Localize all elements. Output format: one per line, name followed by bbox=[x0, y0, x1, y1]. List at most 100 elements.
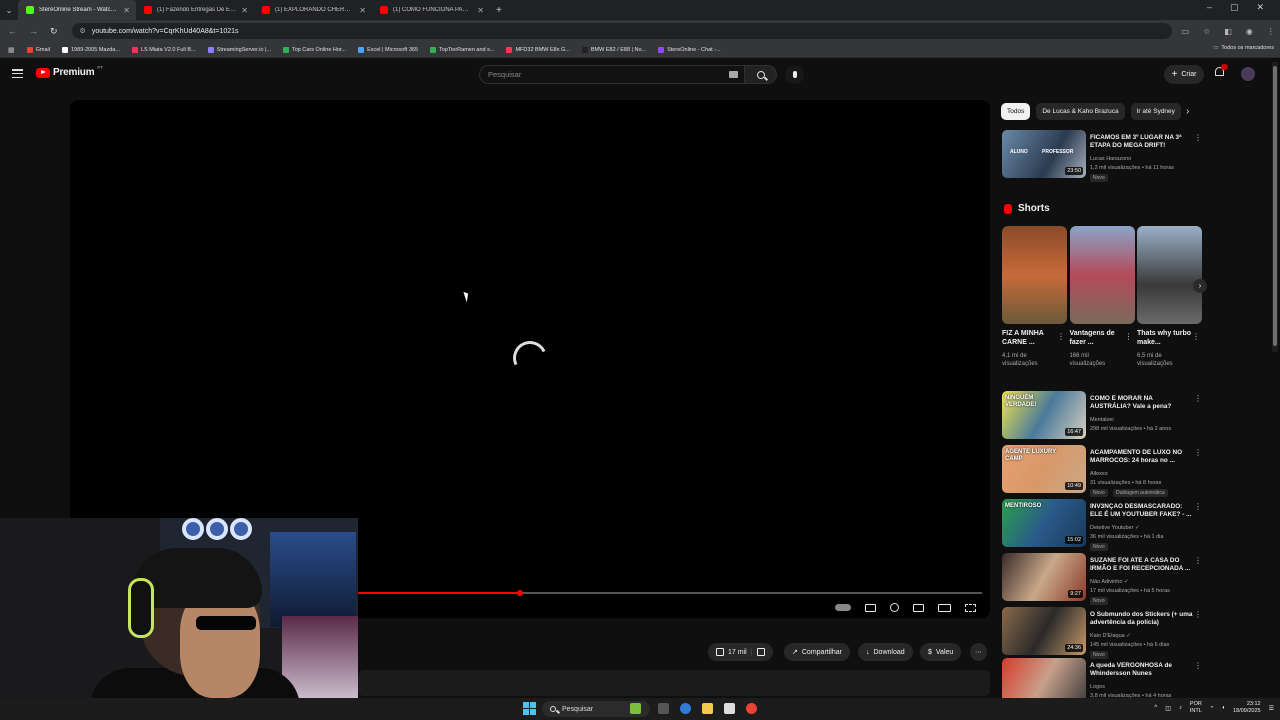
reload-icon[interactable]: ↻ bbox=[50, 26, 58, 37]
subtitles-icon[interactable] bbox=[865, 603, 876, 612]
progress-scrubber[interactable] bbox=[517, 590, 524, 596]
network-icon[interactable]: ◫ bbox=[1165, 705, 1171, 712]
apps-grid-icon[interactable]: ▦ bbox=[8, 46, 15, 54]
more-options-icon[interactable]: ⋮ bbox=[1194, 556, 1202, 565]
more-actions-button[interactable]: ⋯ bbox=[970, 643, 987, 661]
file-explorer-icon[interactable] bbox=[702, 703, 713, 714]
short-thumbnail[interactable] bbox=[1137, 226, 1202, 324]
bookmark-item[interactable]: Top Cars Online Hor... bbox=[282, 46, 346, 53]
fullscreen-icon[interactable] bbox=[965, 603, 976, 612]
video-thumbnail[interactable]: NINGUÉM VERDADE! 16:47 bbox=[1002, 391, 1086, 439]
create-button[interactable]: + Criar bbox=[1164, 65, 1204, 84]
description-box[interactable] bbox=[358, 670, 990, 696]
more-options-icon[interactable]: ⋮ bbox=[1125, 332, 1133, 341]
filter-chip[interactable]: Todos bbox=[1001, 103, 1031, 120]
volume-icon[interactable]: ◖ bbox=[1221, 705, 1225, 711]
menu-dots-icon[interactable]: ⋮ bbox=[1267, 27, 1275, 36]
profile-icon[interactable]: ◉ bbox=[1246, 27, 1253, 36]
youtube-logo[interactable]: Premium PT bbox=[36, 65, 103, 78]
recommended-video[interactable]: MENTIROSO 15:02 INV3NÇÃO DESMASCARADO: ELE… bbox=[1002, 499, 1204, 551]
bookmark-item[interactable]: Excel | Microsoft 365 bbox=[358, 46, 418, 53]
voice-search-button[interactable] bbox=[785, 65, 804, 84]
filter-chip[interactable]: Ir até Sydney bbox=[1130, 103, 1181, 120]
tab-close-icon[interactable]: ✕ bbox=[477, 6, 484, 15]
notifications-bell-icon[interactable] bbox=[1214, 64, 1228, 79]
bookmark-item[interactable]: TopTierRamen and s... bbox=[430, 46, 494, 53]
search-button[interactable] bbox=[745, 65, 777, 84]
recommended-video[interactable]: AGENTE LUXURY CAMP 10:49 ACAMPAMENTO DE LU… bbox=[1002, 445, 1204, 497]
theater-mode-icon[interactable] bbox=[938, 603, 951, 612]
share-button[interactable]: ↗ Compartilhar bbox=[784, 643, 850, 661]
thumbs-down-icon[interactable] bbox=[756, 648, 765, 656]
clock[interactable]: 23:12 18/09/2025 bbox=[1233, 701, 1261, 715]
recommended-video[interactable]: ALUNO PROFESSOR 23:50 FICAMOS EM 3º LUGA… bbox=[1002, 130, 1204, 182]
video-thumbnail[interactable]: ALUNO PROFESSOR 23:50 bbox=[1002, 130, 1086, 178]
browser-tab[interactable]: (1) Fazendo Entregas De E-bike... ✕ bbox=[136, 0, 254, 20]
settings-gear-icon[interactable] bbox=[890, 603, 899, 612]
more-options-icon[interactable]: ⋮ bbox=[1057, 332, 1065, 341]
video-thumbnail[interactable]: AGENTE LUXURY CAMP 10:49 bbox=[1002, 445, 1086, 493]
notifications-icon[interactable]: ☰ bbox=[1269, 705, 1274, 712]
more-options-icon[interactable]: ⋮ bbox=[1194, 133, 1202, 142]
short-title[interactable]: Vantagens de fazer ... bbox=[1070, 329, 1126, 348]
channel-name[interactable]: Lucas Hanazono bbox=[1090, 156, 1131, 162]
language-indicator[interactable]: POR INTL bbox=[1190, 701, 1202, 715]
autoplay-toggle[interactable] bbox=[835, 604, 851, 611]
video-title[interactable]: COMO É MORAR NA AUSTRÁLIA? Vale a pena? bbox=[1090, 395, 1194, 412]
bookmark-item[interactable]: 1989-2005 Mazda... bbox=[62, 46, 120, 53]
avatar[interactable] bbox=[1241, 67, 1255, 81]
channel-name[interactable]: Kaio D'Elaqua ✓ bbox=[1090, 633, 1131, 639]
more-options-icon[interactable]: ⋮ bbox=[1192, 332, 1200, 341]
more-options-icon[interactable]: ⋮ bbox=[1194, 661, 1202, 670]
bookmark-item[interactable]: Gmail bbox=[26, 46, 50, 53]
bookmark-item[interactable]: MFD32 BMW E8x G... bbox=[506, 46, 570, 53]
video-title[interactable]: SUZANE FOI ATÉ A CASA DO IRMÃO E FOI REC… bbox=[1090, 557, 1194, 574]
video-title[interactable]: FICAMOS EM 3º LUGAR NA 3ª ETAPA DO MEGA … bbox=[1090, 134, 1194, 151]
chips-next-icon[interactable]: › bbox=[1186, 106, 1189, 117]
minimize-icon[interactable]: – bbox=[1207, 2, 1212, 13]
short-thumbnail[interactable] bbox=[1069, 226, 1135, 324]
all-bookmarks[interactable]: ▭ Todos os marcadores bbox=[1213, 45, 1274, 51]
channel-name[interactable]: Allexxo bbox=[1090, 471, 1108, 477]
tab-close-icon[interactable]: ✕ bbox=[241, 6, 248, 15]
download-button[interactable]: ↓ Download bbox=[858, 643, 913, 661]
search-input[interactable]: Pesquisar bbox=[479, 65, 745, 84]
filter-chip[interactable]: De Lucas & Kaho Brazuca bbox=[1036, 103, 1125, 120]
channel-name[interactable]: Logos bbox=[1090, 684, 1105, 690]
close-window-icon[interactable]: ✕ bbox=[1256, 2, 1264, 13]
url-input[interactable]: ⚙ youtube.com/watch?v=CqrKhUd40A8&t=1021… bbox=[71, 23, 1172, 39]
video-thumbnail[interactable]: MENTIROSO 15:02 bbox=[1002, 499, 1086, 547]
thanks-button[interactable]: $ Valeu bbox=[920, 643, 962, 661]
chrome-icon[interactable] bbox=[746, 703, 757, 714]
video-thumbnail[interactable]: 24:36 bbox=[1002, 607, 1086, 655]
more-options-icon[interactable]: ⋮ bbox=[1194, 610, 1202, 619]
short-title[interactable]: Thats why turbo make... bbox=[1137, 329, 1193, 348]
channel-name[interactable]: Detetive Youtuber ✓ bbox=[1090, 525, 1140, 531]
back-icon[interactable]: ← bbox=[8, 26, 17, 37]
bookmark-item[interactable]: StereOnline - Chat -... bbox=[658, 46, 721, 53]
extensions-icon[interactable]: ◧ bbox=[1224, 27, 1232, 36]
browser-tab[interactable]: (1) EXPLORANDO CHERNOBYL... ✕ bbox=[254, 0, 372, 20]
edge-icon[interactable] bbox=[680, 703, 691, 714]
shorts-next-icon[interactable]: › bbox=[1193, 279, 1207, 293]
bookmark-item[interactable]: StreamingServer.io |... bbox=[207, 46, 271, 53]
browser-tab[interactable]: StereOnline Stream - Watch Li... ✕ bbox=[18, 0, 136, 20]
channel-name[interactable]: Não Adivinho ✓ bbox=[1090, 579, 1129, 585]
cast-icon[interactable]: ▭ bbox=[1182, 27, 1190, 36]
forward-icon[interactable]: → bbox=[29, 26, 38, 37]
miniplayer-icon[interactable] bbox=[913, 603, 924, 612]
windows-start-icon[interactable] bbox=[523, 702, 536, 715]
video-title[interactable]: ACAMPAMENTO DE LUXO NO MARROCOS: 24 hora… bbox=[1090, 449, 1194, 466]
mic-tray-icon[interactable]: ♪ bbox=[1179, 705, 1182, 711]
recommended-video[interactable]: 9:27 SUZANE FOI ATÉ A CASA DO IRMÃO E FOI… bbox=[1002, 553, 1204, 605]
keyboard-icon[interactable] bbox=[729, 71, 738, 78]
short-thumbnail[interactable] bbox=[1002, 226, 1067, 324]
video-title[interactable]: INV3NÇÃO DESMASCARADO: ELE É UM YOUTUBER… bbox=[1090, 503, 1194, 520]
video-title[interactable]: O Submundo dos Stickers (+ uma advertênc… bbox=[1090, 611, 1194, 628]
wifi-icon[interactable]: ◔ bbox=[1210, 705, 1214, 711]
progress-bar[interactable] bbox=[358, 590, 982, 596]
short-title[interactable]: FIZ A MINHA CARNE ... bbox=[1002, 329, 1058, 348]
hamburger-menu-icon[interactable] bbox=[12, 69, 23, 78]
tab-close-icon[interactable]: ✕ bbox=[359, 6, 366, 15]
more-options-icon[interactable]: ⋮ bbox=[1194, 394, 1202, 403]
